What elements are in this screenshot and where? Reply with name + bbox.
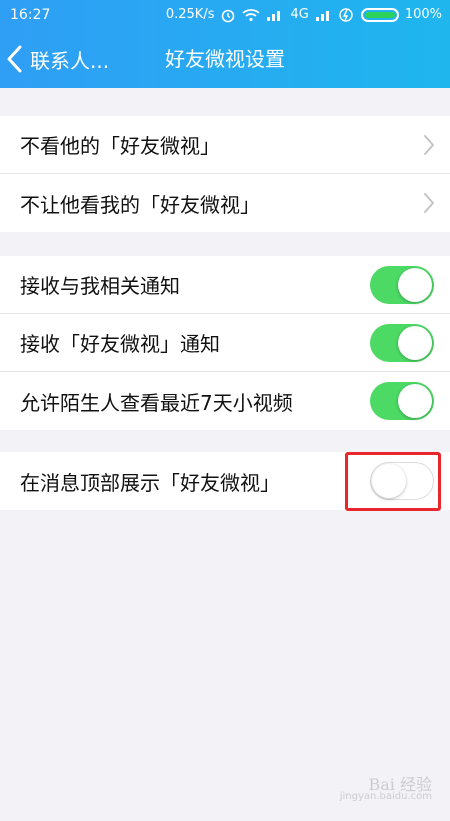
battery-level: 100% (404, 7, 442, 22)
weishi-notifications-toggle[interactable] (370, 323, 434, 362)
setting-row-stranger-view: 允许陌生人查看最近7天小视频 (0, 372, 450, 430)
setting-label: 接收与我相关通知 (20, 274, 180, 298)
stranger-view-toggle[interactable] (370, 382, 434, 420)
app-header: 16:27 0.25K/s 4G 100% 联系人... 好友微视设置 (0, 0, 450, 88)
nav-bar: 联系人... 好友微视设置 (0, 30, 450, 88)
network-speed: 0.25K/s (165, 7, 215, 22)
back-label: 联系人... (30, 48, 110, 73)
setting-row-weishi-notifications: 接收「好友微视」通知 (0, 314, 450, 372)
signal-icon-2 (315, 11, 329, 21)
status-indicators: 0.25K/s 4G 100% (166, 0, 442, 30)
toggle-knob (372, 464, 406, 498)
related-notifications-toggle[interactable] (370, 265, 434, 304)
setting-label: 在消息顶部展示「好友微视」 (20, 470, 280, 495)
toggle-knob (398, 267, 432, 302)
status-time: 16:27 (10, 7, 51, 23)
chevron-left-icon (7, 45, 22, 73)
signal-icon (267, 11, 281, 21)
toggle-knob (398, 384, 432, 418)
wifi-icon (242, 9, 261, 22)
chevron-right-icon (424, 193, 434, 213)
setting-label: 不让他看我的「好友微视」 (20, 192, 260, 217)
setting-row-show-on-top: 在消息顶部展示「好友微视」 (0, 452, 450, 510)
setting-row-hide-my-videos[interactable]: 不让他看我的「好友微视」 (0, 174, 450, 232)
alarm-icon (222, 9, 235, 23)
setting-label: 允许陌生人查看最近7天小视频 (20, 390, 293, 415)
back-button[interactable]: 联系人... (6, 30, 109, 88)
setting-label: 不看他的「好友微视」 (20, 134, 220, 158)
settings-group-display: 在消息顶部展示「好友微视」 (0, 452, 450, 510)
charging-icon (339, 8, 353, 22)
network-type: 4G (290, 7, 309, 22)
watermark-url: jingyan.baidu.com (339, 791, 432, 802)
setting-row-hide-their-videos[interactable]: 不看他的「好友微视」 (0, 116, 450, 174)
watermark: Bai 经验 jingyan.baidu.com (338, 771, 436, 807)
chevron-right-icon (424, 134, 434, 155)
toggle-knob (398, 325, 432, 360)
show-on-top-toggle[interactable] (370, 462, 434, 500)
battery-icon (360, 8, 399, 22)
status-bar: 16:27 0.25K/s 4G 100% (0, 0, 450, 30)
setting-label: 接收「好友微视」通知 (20, 332, 220, 356)
setting-row-related-notifications: 接收与我相关通知 (0, 256, 450, 314)
settings-group-notifications: 接收与我相关通知 接收「好友微视」通知 允许陌生人查看最近7天小视频 (0, 256, 450, 430)
settings-group-privacy: 不看他的「好友微视」 不让他看我的「好友微视」 (0, 116, 450, 232)
